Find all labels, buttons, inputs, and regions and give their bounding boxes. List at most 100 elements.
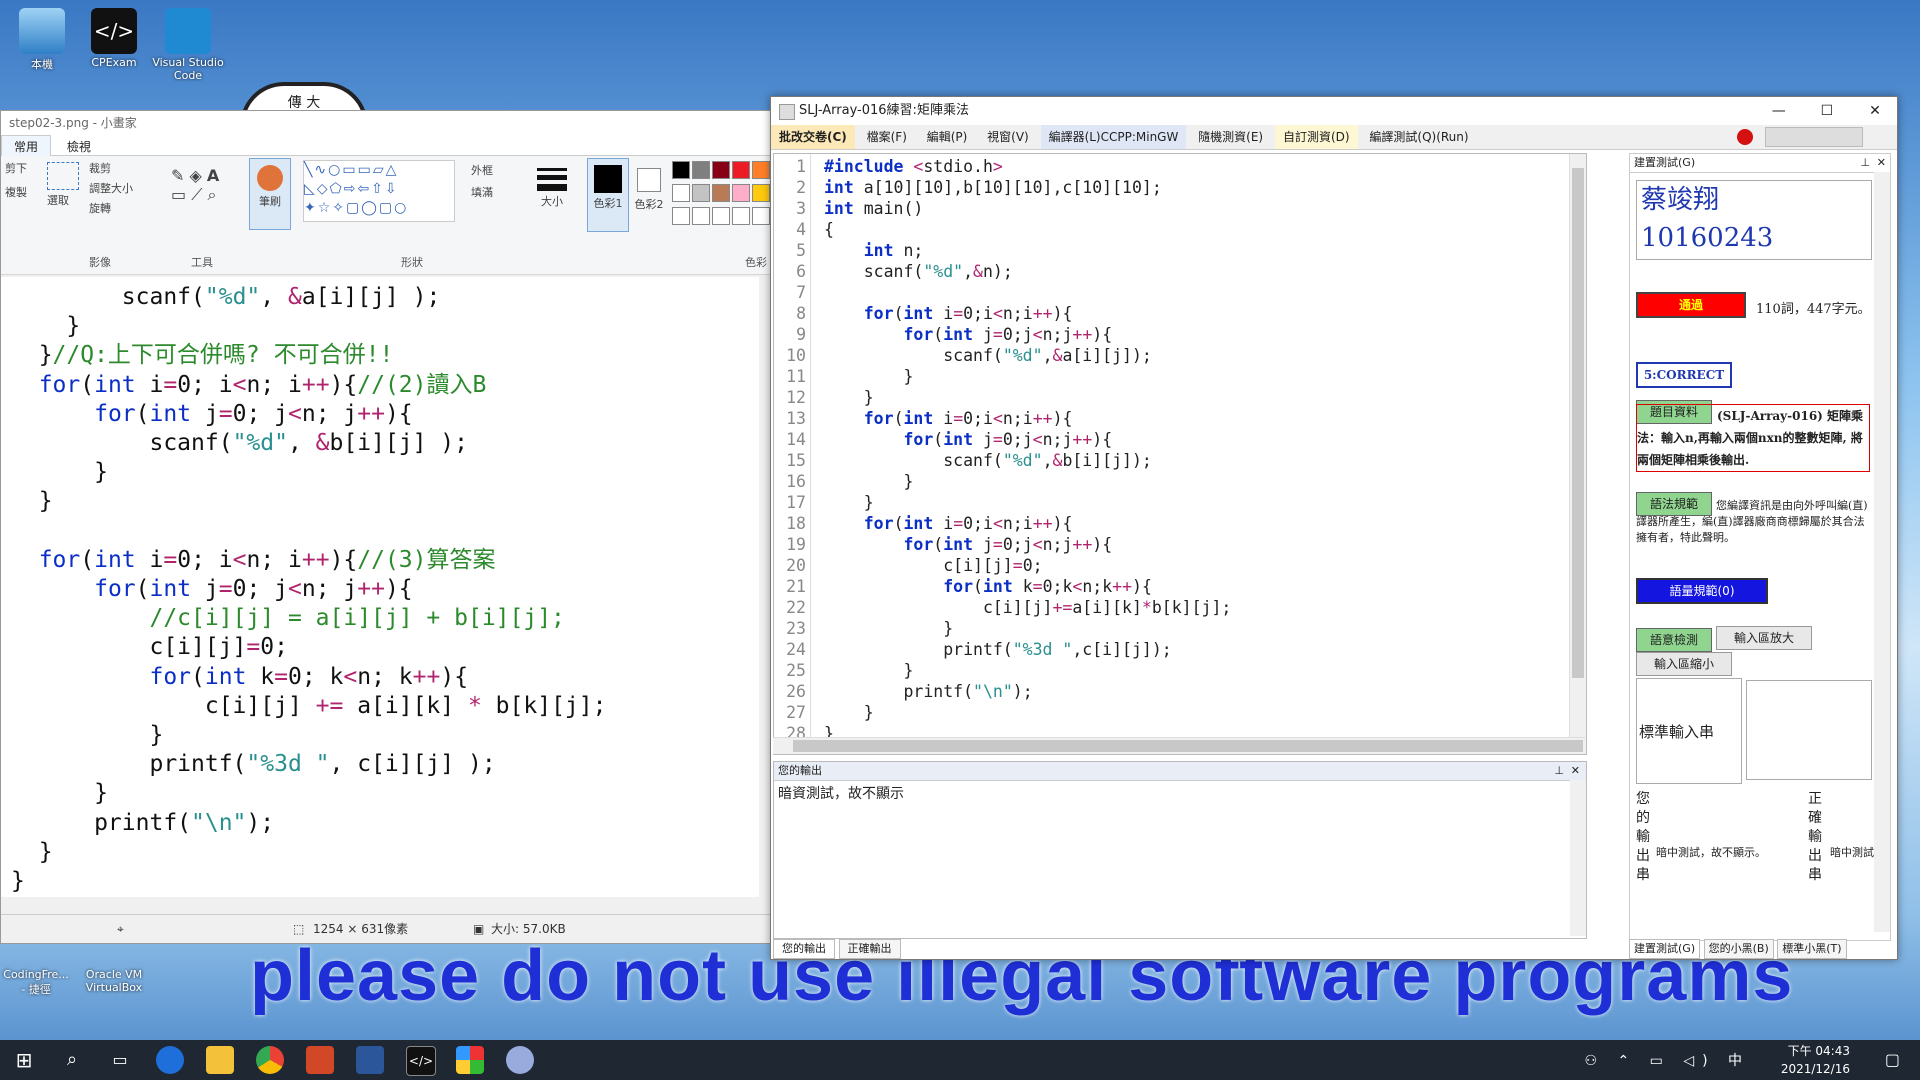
right-panel-vertical-scrollbar[interactable] [1874, 172, 1890, 932]
shrink-input-button[interactable]: 輸入區縮小 [1636, 652, 1732, 676]
palette-swatch[interactable] [692, 207, 710, 225]
tab-your-output[interactable]: 您的輸出 [773, 939, 835, 959]
paint-taskbar-icon[interactable] [506, 1046, 534, 1074]
clock[interactable]: 下午 04:43 2021/12/16 [1781, 1042, 1850, 1078]
magnifier-icon[interactable]: ⌕ [208, 185, 217, 204]
code-line[interactable]: c[i][j]+=a[i][k]*b[k][j]; [824, 597, 1231, 618]
search-icon[interactable]: ⌕ [58, 1046, 86, 1074]
desktop-icon-this-pc[interactable]: 本機 [4, 8, 80, 72]
palette-swatch[interactable] [752, 184, 770, 202]
code-line[interactable]: scanf("%d",&b[i][j]); [824, 450, 1231, 471]
tab-your-console[interactable]: 您的小黑(B) [1703, 939, 1774, 959]
scrollbar-thumb[interactable] [793, 740, 1583, 752]
code-line[interactable]: int n; [824, 240, 1231, 261]
start-button[interactable]: ⊞ [10, 1046, 38, 1074]
menu-random-tests[interactable]: 隨機測資(E) [1190, 125, 1271, 149]
desktop-icon-cpexam[interactable]: </> CPExam [76, 8, 152, 69]
paint-tab-view[interactable]: 檢視 [55, 136, 103, 157]
menu-edit[interactable]: 編輯(P) [919, 125, 976, 149]
palette-swatch[interactable] [732, 161, 750, 179]
code-line[interactable]: int main() [824, 198, 1231, 219]
palette-swatch[interactable] [712, 161, 730, 179]
fill-icon[interactable]: ◈ [190, 166, 202, 185]
code-line[interactable]: } [824, 618, 1231, 639]
chrome-icon[interactable] [256, 1046, 284, 1074]
close-icon[interactable]: ✕ [1571, 762, 1580, 780]
close-button[interactable]: ✕ [1853, 97, 1897, 125]
code-line[interactable]: } [824, 492, 1231, 513]
paint-tab-home[interactable]: 常用 [1, 135, 52, 157]
code-line[interactable]: } [824, 471, 1231, 492]
notification-icon[interactable]: ▢ [1885, 1050, 1900, 1069]
semantic-check-button[interactable]: 語意檢測 [1636, 628, 1712, 652]
scrollbar-thumb[interactable] [1572, 168, 1584, 678]
code-line[interactable] [824, 282, 1231, 303]
enlarge-input-button[interactable]: 輸入區放大 [1716, 626, 1812, 650]
code-line[interactable]: for(int k=0;k<n;k++){ [824, 576, 1231, 597]
code-line[interactable]: printf("%3d ",c[i][j]); [824, 639, 1231, 660]
code-line[interactable]: scanf("%d",&n); [824, 261, 1231, 282]
tab-correct-output[interactable]: 正確輸出 [838, 939, 901, 959]
select-button[interactable] [47, 162, 79, 190]
apple-icon[interactable] [1737, 129, 1753, 145]
code-line[interactable]: } [824, 387, 1231, 408]
palette-swatch[interactable] [672, 161, 690, 179]
std-input-field[interactable] [1746, 680, 1872, 780]
tab-standard-console[interactable]: 標準小黑(T) [1777, 939, 1847, 959]
code-line[interactable]: } [824, 366, 1231, 387]
color-palette[interactable] [671, 160, 771, 229]
crop-button[interactable]: 裁剪 [89, 160, 133, 176]
fill-button[interactable]: 填滿 [471, 184, 493, 200]
minimize-button[interactable]: — [1757, 97, 1801, 125]
menu-submit[interactable]: 批改交卷(C) [771, 125, 855, 149]
code-line[interactable]: } [824, 702, 1231, 723]
output-vertical-scrollbar[interactable] [1570, 780, 1586, 936]
pin-icon[interactable]: ⊥ [1554, 762, 1564, 780]
code-line[interactable]: for(int j=0;j<n;j++){ [824, 429, 1231, 450]
menu-view[interactable]: 視窗(V) [979, 125, 1037, 149]
palette-swatch[interactable] [732, 207, 750, 225]
word-icon[interactable] [356, 1046, 384, 1074]
tab-build-test[interactable]: 建置測試(G) [1629, 939, 1701, 959]
code-line[interactable]: for(int i=0;i<n;i++){ [824, 303, 1231, 324]
code-line[interactable]: c[i][j]=0; [824, 555, 1231, 576]
size-button[interactable]: 大小 [537, 162, 567, 209]
text-icon[interactable]: A [207, 166, 219, 185]
code-line[interactable]: #include <stdio.h> [824, 156, 1231, 177]
palette-swatch[interactable] [712, 184, 730, 202]
maximize-button[interactable]: ☐ [1805, 97, 1849, 125]
app-grid-icon[interactable] [456, 1046, 484, 1074]
file-explorer-icon[interactable] [206, 1046, 234, 1074]
powerpoint-icon[interactable] [306, 1046, 334, 1074]
resize-button[interactable]: 調整大小 [89, 180, 133, 196]
code-line[interactable]: } [824, 660, 1231, 681]
editor-vertical-scrollbar[interactable] [1569, 154, 1586, 754]
cpexam-taskbar-icon[interactable]: </> [406, 1046, 436, 1076]
close-icon[interactable]: ✕ [1877, 154, 1886, 172]
code-line[interactable]: for(int j=0;j<n;j++){ [824, 324, 1231, 345]
desktop-icon-virtualbox[interactable]: Oracle VM VirtualBox [76, 968, 152, 994]
eraser-icon[interactable]: ▭ [171, 185, 186, 204]
pencil-icon[interactable]: ✎ [171, 166, 184, 185]
code-line[interactable]: printf("\n"); [824, 681, 1231, 702]
code-line[interactable]: for(int i=0;i<n;i++){ [824, 513, 1231, 534]
code-line[interactable]: scanf("%d",&a[i][j]); [824, 345, 1231, 366]
outline-button[interactable]: 外框 [471, 162, 493, 178]
copy-button[interactable]: 複製 [5, 184, 27, 200]
menu-compile-run[interactable]: 編譯測試(Q)(Run) [1361, 125, 1476, 149]
menu-file[interactable]: 檔案(F) [859, 125, 915, 149]
code-line[interactable]: { [824, 219, 1231, 240]
editor-horizontal-scrollbar[interactable] [773, 737, 1585, 754]
palette-swatch[interactable] [752, 161, 770, 179]
pin-icon[interactable]: ⊥ [1860, 154, 1870, 172]
shapes-gallery[interactable]: ╲∿○▭▭▱△ ◺◇⬠⇨⇦⇧⇩ ✦☆✧▢◯▢○ [303, 160, 455, 222]
code-editor[interactable]: 1 2 3 4 5 6 7 8 9 10 11 12 13 14 15 16 17 18 19 20 21 22 23 24 2… [773, 153, 1587, 755]
palette-swatch[interactable] [672, 184, 690, 202]
edge-icon[interactable] [156, 1046, 184, 1074]
color-picker-icon[interactable]: ⟋ [191, 185, 202, 204]
task-view-icon[interactable]: ▭ [106, 1046, 134, 1074]
palette-swatch[interactable] [712, 207, 730, 225]
menu-custom-tests[interactable]: 自訂測資(D) [1274, 125, 1358, 149]
palette-swatch[interactable] [752, 207, 770, 225]
menu-compiler[interactable]: 編譯器(L)CCPP:MinGW [1040, 125, 1187, 149]
